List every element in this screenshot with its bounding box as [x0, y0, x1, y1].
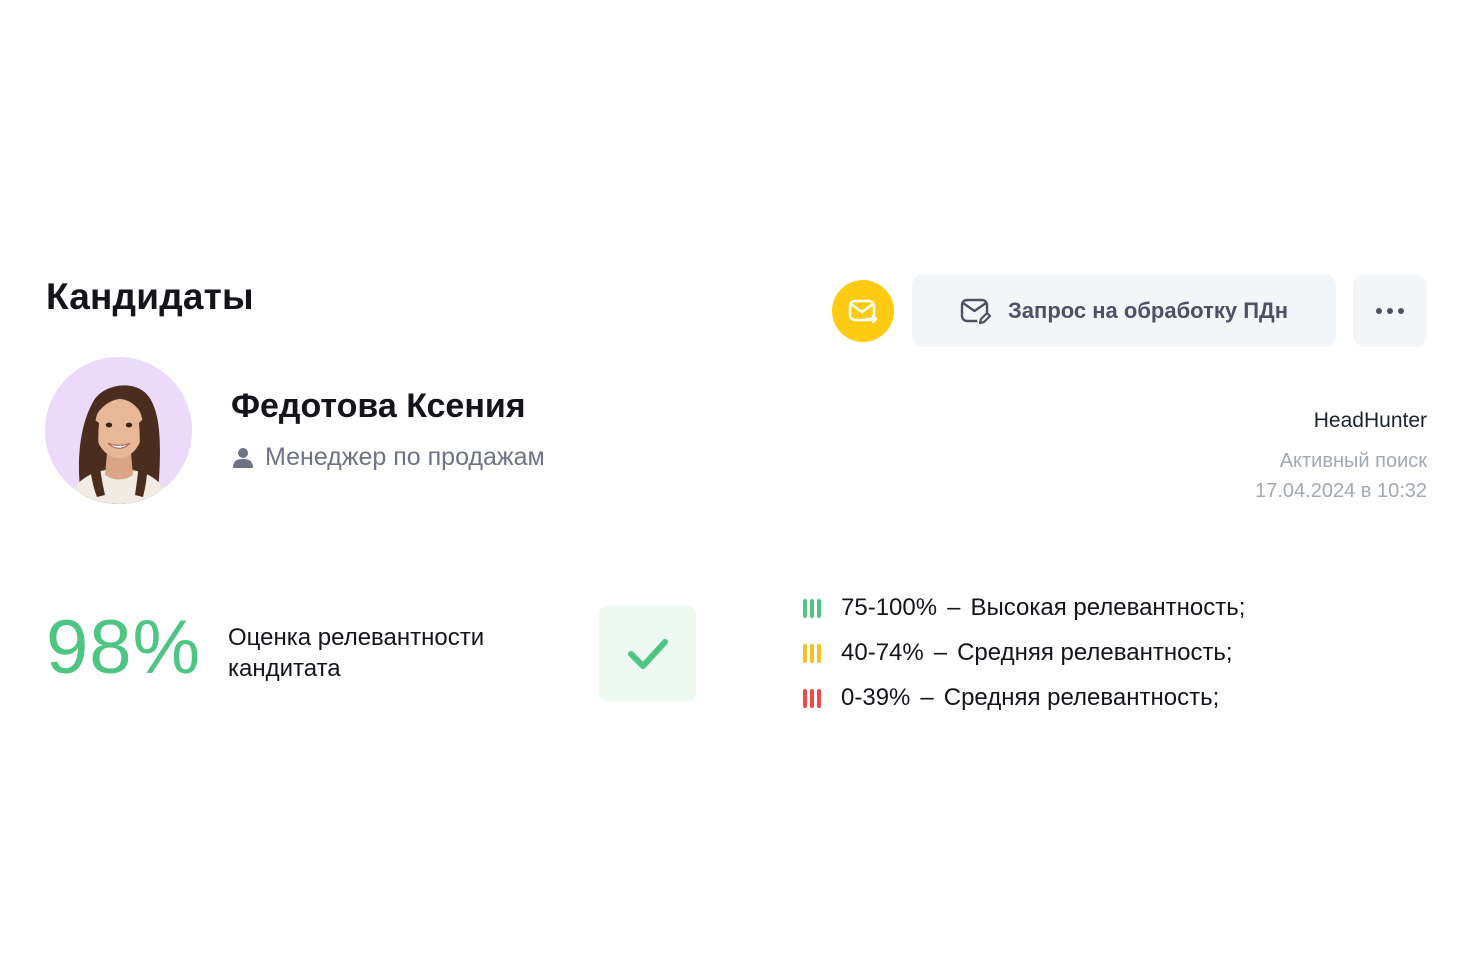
pdn-request-button[interactable]: Запрос на обработку ПДн [912, 274, 1336, 347]
page-title: Кандидаты [46, 276, 254, 317]
legend-bar [803, 688, 807, 708]
legend-range: 40-74% [841, 639, 924, 666]
status-date: 17.04.2024 в 10:32 [1255, 480, 1427, 502]
check-icon [627, 638, 668, 669]
legend-separator: – [920, 684, 934, 711]
pdn-request-label: Запрос на обработку ПДн [1008, 297, 1288, 323]
legend-text: Средняя релевантность; [957, 639, 1233, 666]
legend-bar [803, 598, 807, 618]
more-horizontal-icon [1376, 307, 1404, 314]
mail-forward-icon [848, 299, 878, 324]
relevance-label: Оценка релевантности кандитата [228, 624, 485, 682]
candidate-photo [45, 357, 192, 504]
legend-separator: – [933, 639, 948, 666]
legend-bar [817, 598, 821, 618]
legend-bars-icon [803, 688, 822, 708]
legend-text: Средняя релевантность; [943, 684, 1220, 711]
user-icon [233, 447, 253, 468]
legend-separator: – [947, 594, 961, 621]
legend-item: 0-39% – Средняя релевантность; [803, 682, 1245, 714]
relevance-legend: 75-100% – Высокая релевантность; 40-74% … [803, 592, 1245, 727]
legend-bar [803, 643, 807, 663]
legend-bar [810, 643, 814, 663]
legend-bar [810, 688, 814, 708]
legend-bar [817, 643, 821, 663]
send-mail-button[interactable] [832, 280, 894, 342]
source-label: HeadHunter [1313, 409, 1427, 432]
legend-bars-icon [803, 598, 822, 618]
legend-bar [810, 598, 814, 618]
relevance-check-badge [599, 605, 696, 702]
candidate-card: Кандидаты Запрос на обработку ПДн Федото… [0, 0, 1470, 978]
legend-text: Высокая релевантность; [970, 594, 1246, 621]
legend-range: 75-100% [841, 594, 938, 621]
legend-range: 0-39% [841, 684, 911, 711]
relevance-score: 98% [46, 605, 202, 690]
position-label: Менеджер по продажам [265, 443, 545, 471]
legend-item: 75-100% – Высокая релевантность; [803, 592, 1245, 624]
candidate-avatar[interactable] [45, 357, 192, 504]
legend-bars-icon [803, 643, 822, 663]
more-options-button[interactable] [1353, 274, 1427, 347]
candidate-name[interactable]: Федотова Ксения [231, 387, 526, 426]
search-status: Активный поиск [1279, 450, 1427, 472]
legend-item: 40-74% – Средняя релевантность; [803, 637, 1245, 669]
candidate-position: Менеджер по продажам [233, 443, 545, 472]
mail-edit-icon [960, 298, 992, 326]
legend-bar [817, 688, 821, 708]
